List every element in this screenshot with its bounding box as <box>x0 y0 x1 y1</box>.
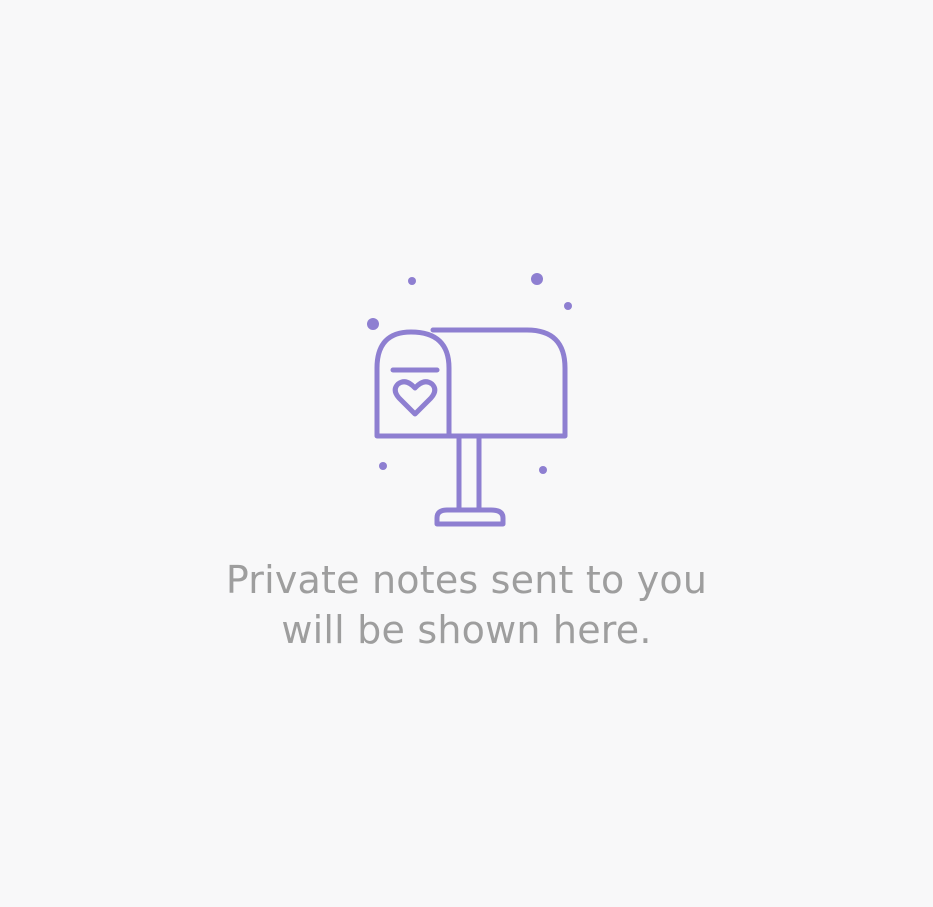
mailbox-heart-icon <box>366 273 572 527</box>
private-notes-screen: Private notes sent to you will be shown … <box>0 0 933 907</box>
message-line-2: will be shown here. <box>281 608 652 652</box>
message-line-1: Private notes sent to you <box>225 558 708 602</box>
empty-state: Private notes sent to you will be shown … <box>0 262 933 655</box>
empty-state-message: Private notes sent to you will be shown … <box>187 555 747 655</box>
sparkle-dots <box>366 273 572 474</box>
